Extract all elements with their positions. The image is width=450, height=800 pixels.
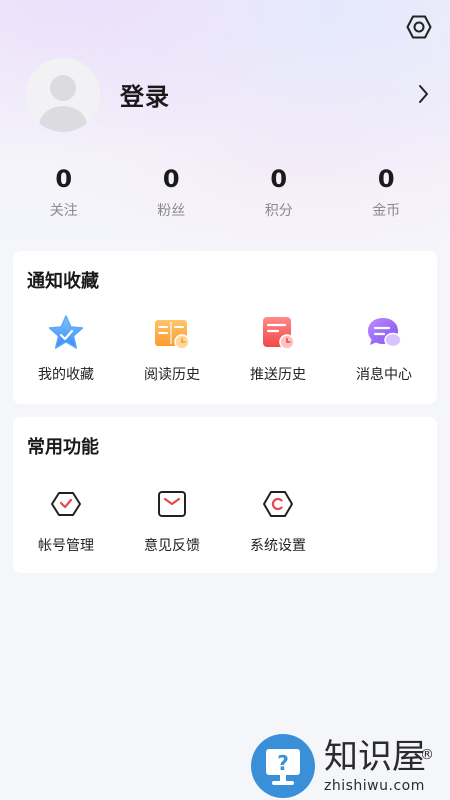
stat-value: 0 — [270, 165, 288, 193]
stat-value: 0 — [162, 165, 180, 193]
grid-item-label: 我的收藏 — [38, 367, 94, 383]
default-avatar-icon — [39, 74, 87, 132]
book-history-icon — [155, 320, 190, 350]
message-icon — [368, 318, 402, 348]
reading-history-button[interactable]: 阅读历史 — [119, 314, 225, 384]
section-title: 常用功能 — [27, 437, 99, 458]
stat-label: 粉丝 — [157, 203, 186, 219]
feedback-button[interactable]: 意见反馈 — [119, 485, 225, 555]
stat-value: 0 — [377, 165, 395, 193]
settings-button[interactable] — [404, 12, 434, 42]
watermark-name: 知识屋 ® — [324, 737, 434, 777]
stat-points[interactable]: 0 积分 — [225, 164, 333, 224]
watermark-domain: zhishiwu.com — [324, 778, 425, 794]
notify-favorites-card: 通知收藏 我的收藏 阅读历史 推送历史 消息中心 — [13, 251, 437, 404]
system-settings-button[interactable]: 系统设置 — [225, 485, 331, 555]
stat-following[interactable]: 0 关注 — [10, 164, 118, 224]
hexagon-settings-icon — [406, 15, 432, 39]
account-icon — [51, 491, 81, 516]
stat-label: 积分 — [264, 203, 293, 219]
stat-label: 金币 — [372, 203, 401, 219]
common-functions-card: 常用功能 帐号管理 意见反馈 系统设置 — [13, 417, 437, 573]
watermark-logo-icon: ? — [251, 734, 315, 798]
section-title: 通知收藏 — [27, 271, 99, 292]
stat-coins[interactable]: 0 金币 — [333, 164, 441, 224]
stat-label: 关注 — [49, 203, 78, 219]
svg-text:?: ? — [277, 751, 289, 775]
grid-item-label: 阅读历史 — [144, 367, 200, 383]
grid-item-label: 意见反馈 — [144, 538, 200, 554]
stats-row: 0 关注 0 粉丝 0 积分 0 金币 — [10, 164, 440, 224]
stat-value: 0 — [55, 165, 73, 193]
stat-fans[interactable]: 0 粉丝 — [118, 164, 226, 224]
registered-mark: ® — [420, 747, 434, 763]
message-center-button[interactable]: 消息中心 — [331, 314, 437, 384]
chevron-right-icon[interactable] — [416, 83, 430, 105]
account-management-button[interactable]: 帐号管理 — [13, 485, 119, 555]
feedback-icon — [158, 490, 186, 517]
grid-item-label: 帐号管理 — [38, 538, 94, 554]
watermark: ? 知识屋 ® zhishiwu.com — [250, 732, 450, 800]
grid-item-label: 推送历史 — [250, 367, 306, 383]
my-favorites-button[interactable]: 我的收藏 — [13, 314, 119, 384]
push-history-icon — [263, 317, 295, 350]
profile-login-row[interactable]: 登录 — [26, 57, 436, 132]
notify-grid: 我的收藏 阅读历史 推送历史 消息中心 — [13, 314, 437, 384]
grid-item-label: 消息中心 — [356, 367, 412, 383]
star-icon — [48, 315, 84, 349]
avatar[interactable] — [26, 57, 100, 132]
push-history-button[interactable]: 推送历史 — [225, 314, 331, 384]
common-grid: 帐号管理 意见反馈 系统设置 — [13, 485, 437, 555]
login-label[interactable]: 登录 — [120, 77, 170, 112]
grid-item-label: 系统设置 — [250, 538, 306, 554]
settings-icon — [263, 490, 293, 517]
